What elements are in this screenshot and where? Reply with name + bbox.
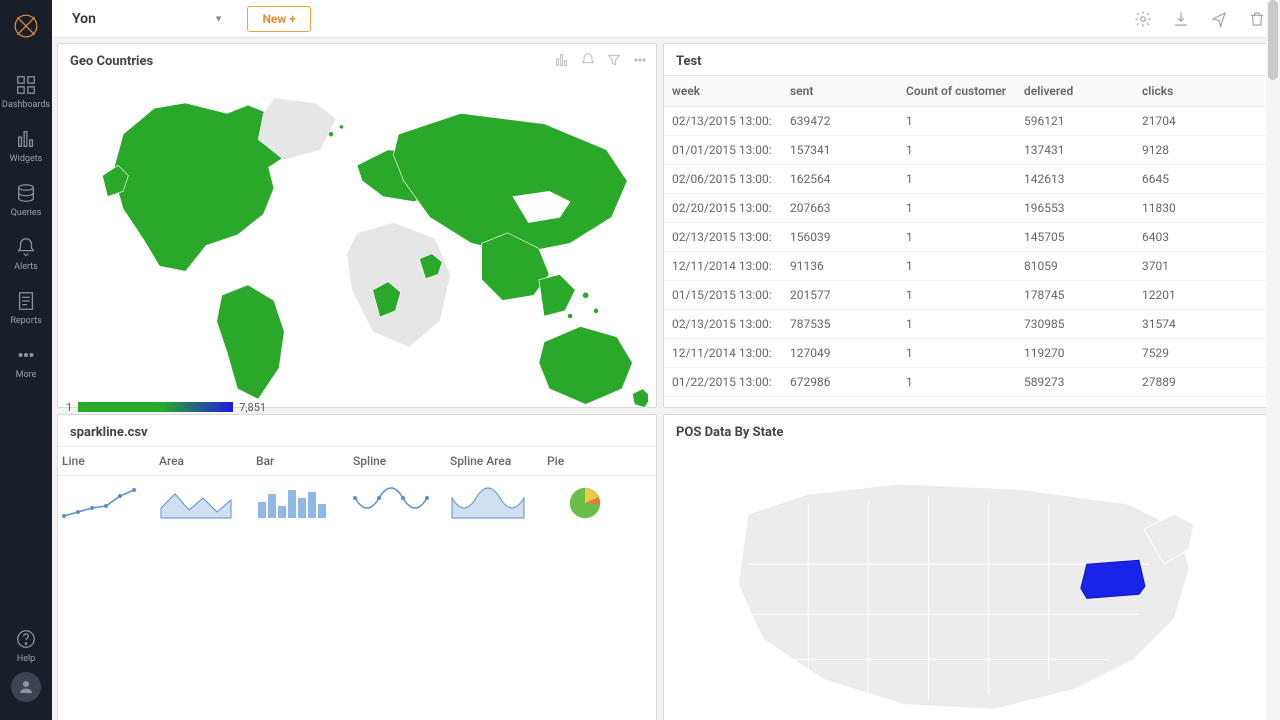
nav-label: Alerts (14, 262, 38, 272)
nav-label: Dashboards (2, 100, 50, 110)
download-icon[interactable] (1172, 10, 1190, 28)
nav-queries[interactable]: Queries (0, 172, 52, 226)
filter-icon[interactable] (606, 52, 622, 68)
col-sent[interactable]: sent (782, 76, 898, 106)
legend-min: 1 (66, 401, 72, 414)
table-row[interactable]: 01/22/2015 13:00:672986158927327889 (664, 368, 1274, 397)
chart-type-icon[interactable] (554, 52, 570, 68)
panel-title: sparkline.csv (58, 415, 656, 446)
panel-test: Test week sent Count of customer deliver… (663, 43, 1275, 408)
dashboard-selector[interactable]: Yon ▾ (66, 7, 227, 31)
nav-reports[interactable]: Reports (0, 280, 52, 334)
table-body[interactable]: 02/13/2015 13:00:63947215961212170401/01… (664, 107, 1274, 407)
sparkline-row (58, 476, 656, 524)
col-pie: Pie (543, 447, 640, 475)
sparkline-area (155, 482, 252, 524)
nav-label: Reports (10, 316, 41, 326)
sparkline-pie (543, 482, 640, 524)
trash-icon[interactable] (1248, 10, 1266, 28)
nav-alerts[interactable]: Alerts (0, 226, 52, 280)
table-header: week sent Count of customer delivered cl… (664, 75, 1274, 107)
sparkline-header: Line Area Bar Spline Spline Area Pie (58, 446, 656, 476)
col-delivered[interactable]: delivered (1016, 76, 1134, 106)
dashboard-title: Yon (72, 11, 96, 27)
col-bar: Bar (252, 447, 349, 475)
panel-pos: POS Data By State (663, 414, 1275, 720)
col-spline: Spline (349, 447, 446, 475)
new-button[interactable]: New + (247, 6, 310, 32)
us-map[interactable] (664, 446, 1274, 720)
col-line: Line (58, 447, 155, 475)
share-icon[interactable] (1210, 10, 1228, 28)
state-pennsylvania[interactable] (1081, 560, 1145, 598)
table-row[interactable]: 01/15/2015 13:00:201577117874512201 (664, 281, 1274, 310)
page-scrollbar[interactable] (1266, 0, 1280, 720)
table-row[interactable]: 01/01/2015 13:00:15734111374319128 (664, 136, 1274, 165)
sparkline-line (58, 482, 155, 524)
sidebar: Dashboards Widgets Queries Alerts Report… (0, 0, 52, 720)
sparkline-spline-area (446, 482, 543, 524)
panel-title: POS Data By State (664, 415, 1274, 446)
nav-label: Widgets (10, 154, 43, 164)
app-logo[interactable] (12, 12, 40, 40)
topbar: Yon ▾ New + (52, 0, 1280, 38)
panel-sparkline: sparkline.csv Line Area Bar Spline Splin… (57, 414, 657, 720)
main-area: Yon ▾ New + Geo Countries (52, 0, 1280, 720)
col-spline-area: Spline Area (446, 447, 543, 475)
topbar-actions (1134, 10, 1266, 28)
table-row[interactable]: 12/11/2014 13:00:911361810593701 (664, 252, 1274, 281)
more-icon[interactable] (632, 52, 648, 68)
col-clicks[interactable]: clicks (1134, 76, 1274, 106)
table-row[interactable]: 02/13/2015 13:00:15603911457056403 (664, 223, 1274, 252)
nav-label: More (16, 370, 37, 380)
sparkline-bar (252, 482, 349, 524)
table-row[interactable]: 02/06/2015 13:00:16256411426136645 (664, 165, 1274, 194)
legend-max: 7,851 (239, 401, 266, 414)
table-row[interactable]: 02/13/2015 13:00:787535173098531574 (664, 310, 1274, 339)
nav-dashboards[interactable]: Dashboards (0, 64, 52, 118)
col-count[interactable]: Count of customer (898, 76, 1016, 106)
map-legend: 1 7,851 (66, 401, 266, 414)
col-area: Area (155, 447, 252, 475)
scrollbar-thumb[interactable] (1268, 0, 1278, 80)
world-map[interactable]: 1 7,851 (58, 75, 656, 420)
gear-icon[interactable] (1134, 10, 1152, 28)
table-row[interactable]: 02/20/2015 13:00:207663119655311830 (664, 194, 1274, 223)
nav-widgets[interactable]: Widgets (0, 118, 52, 172)
nav-help[interactable]: Help (0, 618, 52, 672)
user-avatar[interactable] (11, 672, 41, 702)
nav-label: Help (17, 654, 35, 664)
chevron-down-icon: ▾ (216, 12, 222, 25)
alert-icon[interactable] (580, 52, 596, 68)
table-row[interactable]: 12/11/2014 13:00:12704911192707529 (664, 339, 1274, 368)
nav-label: Queries (11, 208, 42, 218)
dashboard-grid: Geo Countries (52, 38, 1280, 720)
legend-gradient (78, 402, 233, 412)
table-row[interactable]: 02/13/2015 13:00:639472159612121704 (664, 107, 1274, 136)
col-week[interactable]: week (664, 76, 782, 106)
panel-title: Test (664, 44, 1274, 75)
panel-geo-countries: Geo Countries (57, 43, 657, 408)
sparkline-spline (349, 482, 446, 524)
nav-more[interactable]: More (0, 334, 52, 388)
